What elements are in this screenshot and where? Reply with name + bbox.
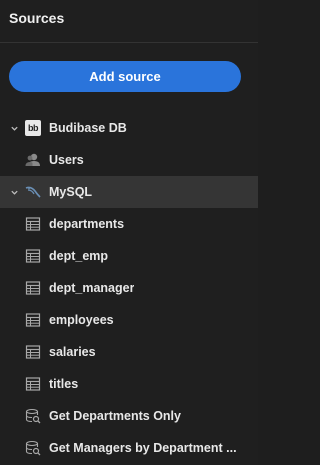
tree-item-label: dept_emp [49, 249, 109, 263]
tree-item-titles[interactable]: titles [0, 368, 258, 400]
panel-title: Sources [9, 10, 65, 26]
tree-item-label: departments [49, 217, 125, 231]
tree-item-departments[interactable]: departments [0, 208, 258, 240]
sources-tree: bb Budibase DB Users MySQL departments d… [0, 112, 258, 464]
tree-item-label: Users [49, 153, 84, 167]
tree-item-salaries[interactable]: salaries [0, 336, 258, 368]
table-icon [24, 343, 42, 361]
mysql-dolphin-icon [24, 183, 42, 201]
chevron-down-icon[interactable] [0, 124, 22, 133]
tree-item-label: employees [49, 313, 114, 327]
users-icon [24, 151, 42, 169]
tree-item-label: dept_manager [49, 281, 135, 295]
query-icon [24, 407, 42, 425]
tree-item-label: Budibase DB [49, 121, 127, 135]
table-icon [24, 279, 42, 297]
tree-item-label: MySQL [49, 185, 93, 199]
query-icon [24, 439, 42, 457]
add-source-button[interactable]: Add source [9, 61, 241, 92]
tree-item-dept-emp[interactable]: dept_emp [0, 240, 258, 272]
tree-item-dept-manager[interactable]: dept_manager [0, 272, 258, 304]
tree-item-label: Get Managers by Department ... [49, 441, 237, 455]
tree-item-employees[interactable]: employees [0, 304, 258, 336]
table-icon [24, 247, 42, 265]
budibase-logo-icon: bb [24, 119, 42, 137]
tree-item-mysql[interactable]: MySQL [0, 176, 258, 208]
tree-item-query-get-managers[interactable]: Get Managers by Department ... [0, 432, 258, 464]
header-divider [0, 42, 258, 43]
chevron-down-icon[interactable] [0, 188, 22, 197]
table-icon [24, 311, 42, 329]
table-icon [24, 215, 42, 233]
table-icon [24, 375, 42, 393]
tree-item-users[interactable]: Users [0, 144, 258, 176]
tree-item-label: salaries [49, 345, 96, 359]
tree-item-label: titles [49, 377, 79, 391]
tree-item-query-get-departments[interactable]: Get Departments Only [0, 400, 258, 432]
tree-item-label: Get Departments Only [49, 409, 181, 423]
sources-panel: Sources Add source bb Budibase DB Users … [0, 0, 258, 465]
tree-item-budibase-db[interactable]: bb Budibase DB [0, 112, 258, 144]
